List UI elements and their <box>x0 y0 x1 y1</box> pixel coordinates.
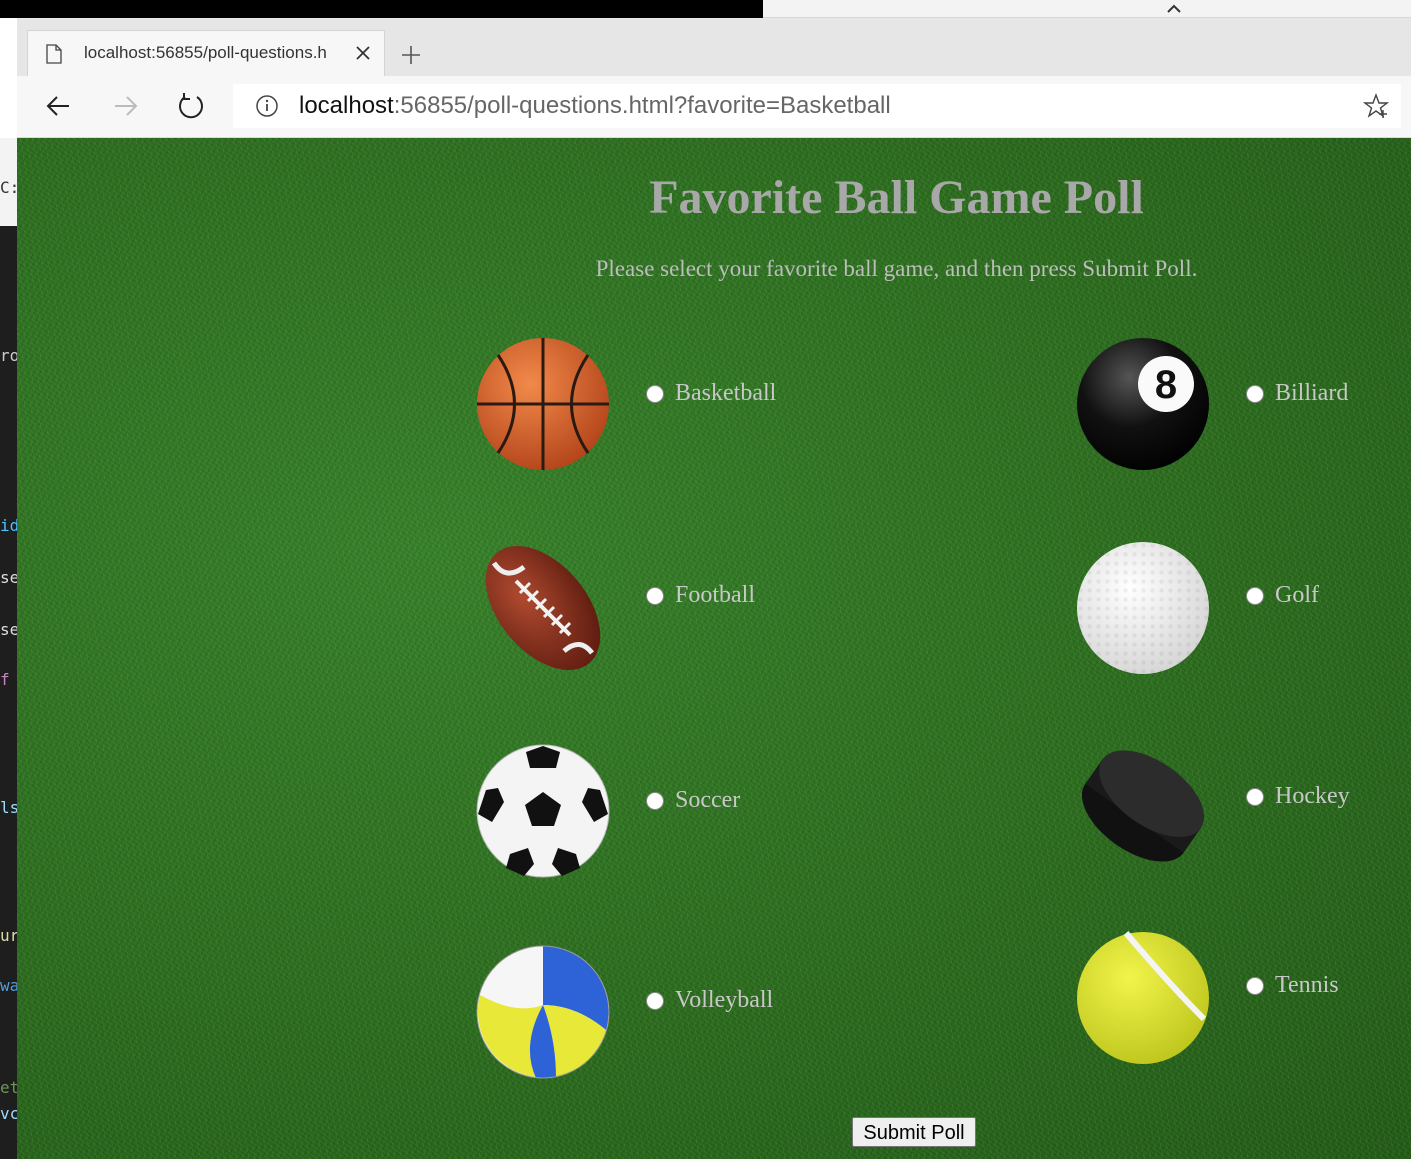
url-text[interactable]: localhost:56855/poll-questions.html?favo… <box>299 92 891 120</box>
hockey-puck-icon <box>1081 750 1205 862</box>
svg-text:8: 8 <box>1155 363 1177 407</box>
radio-hockey[interactable] <box>1246 787 1264 806</box>
option-label: Basketball <box>675 380 777 406</box>
option-hockey[interactable]: Hockey <box>1246 783 1350 810</box>
radio-basketball[interactable] <box>646 384 664 403</box>
option-label: Soccer <box>675 787 741 813</box>
code-fragment: ur <box>0 926 17 945</box>
address-bar[interactable]: localhost:56855/poll-questions.html?favo… <box>233 84 1401 128</box>
desktop-background <box>0 0 763 18</box>
forward-icon[interactable] <box>109 90 141 122</box>
radio-golf[interactable] <box>1246 586 1264 605</box>
code-fragment: ro <box>0 346 17 365</box>
page-title: Favorite Ball Game Poll <box>649 171 1144 224</box>
option-billiard[interactable]: Billiard <box>1246 380 1348 407</box>
option-label: Hockey <box>1275 783 1350 809</box>
option-golf[interactable]: Golf <box>1246 582 1319 609</box>
tab-title: localhost:56855/poll-questions.h <box>84 43 327 62</box>
new-tab-icon[interactable] <box>401 45 421 65</box>
other-window-titlebar <box>763 0 1411 18</box>
option-football[interactable]: Football <box>646 582 755 609</box>
code-fragment: f <box>0 670 10 689</box>
code-fragment: wa <box>0 976 17 995</box>
radio-soccer[interactable] <box>646 791 664 810</box>
option-tennis[interactable]: Tennis <box>1246 972 1339 999</box>
code-fragment: C:\ <box>0 178 17 197</box>
back-icon[interactable] <box>43 90 75 122</box>
tab-bar: localhost:56855/poll-questions.h <box>17 18 1411 76</box>
close-tab-icon[interactable] <box>356 46 370 60</box>
code-fragment: id <box>0 516 17 535</box>
soccer-ball-icon <box>476 744 610 878</box>
volleyball-icon <box>476 945 610 1079</box>
code-fragment: se <box>0 620 17 639</box>
option-label: Volleyball <box>675 987 774 1013</box>
football-icon <box>485 546 601 670</box>
radio-football[interactable] <box>646 586 664 605</box>
code-fragment: et <box>0 1078 17 1097</box>
code-fragment: se <box>0 568 17 587</box>
refresh-icon[interactable] <box>175 90 207 122</box>
poll-page: Favorite Ball Game Poll Please select yo… <box>17 138 1411 1159</box>
option-basketball[interactable]: Basketball <box>646 380 776 407</box>
basketball-icon <box>477 338 609 470</box>
browser-tab[interactable]: localhost:56855/poll-questions.h <box>27 30 385 76</box>
option-label: Football <box>675 582 756 608</box>
option-label: Billiard <box>1275 380 1349 406</box>
option-volleyball[interactable]: Volleyball <box>646 987 773 1014</box>
golf-ball-icon <box>1077 542 1209 674</box>
code-fragment: ls <box>0 798 17 817</box>
editor-window-fragment: C:\ ro id se se f ls ur wa et vc <box>0 138 17 1159</box>
radio-volleyball[interactable] <box>646 991 664 1010</box>
tennis-ball-icon <box>1077 931 1209 1064</box>
page-subtitle: Please select your favorite ball game, a… <box>595 256 1198 281</box>
browser-window: localhost:56855/poll-questions.h localho… <box>17 18 1411 1159</box>
option-label: Tennis <box>1275 972 1339 998</box>
code-fragment: vc <box>0 1104 17 1123</box>
option-soccer[interactable]: Soccer <box>646 787 740 814</box>
submit-poll-button[interactable]: Submit Poll <box>852 1117 976 1147</box>
option-label: Golf <box>1275 582 1319 608</box>
navigation-toolbar: localhost:56855/poll-questions.html?favo… <box>17 76 1411 138</box>
chevron-up-icon[interactable] <box>1166 4 1182 14</box>
radio-billiard[interactable] <box>1246 384 1264 403</box>
favorite-star-icon[interactable] <box>1363 93 1389 119</box>
page-icon <box>46 44 62 64</box>
site-info-icon[interactable] <box>255 94 279 118</box>
radio-tennis[interactable] <box>1246 976 1264 995</box>
billiard-ball-icon: 8 <box>1077 338 1209 470</box>
